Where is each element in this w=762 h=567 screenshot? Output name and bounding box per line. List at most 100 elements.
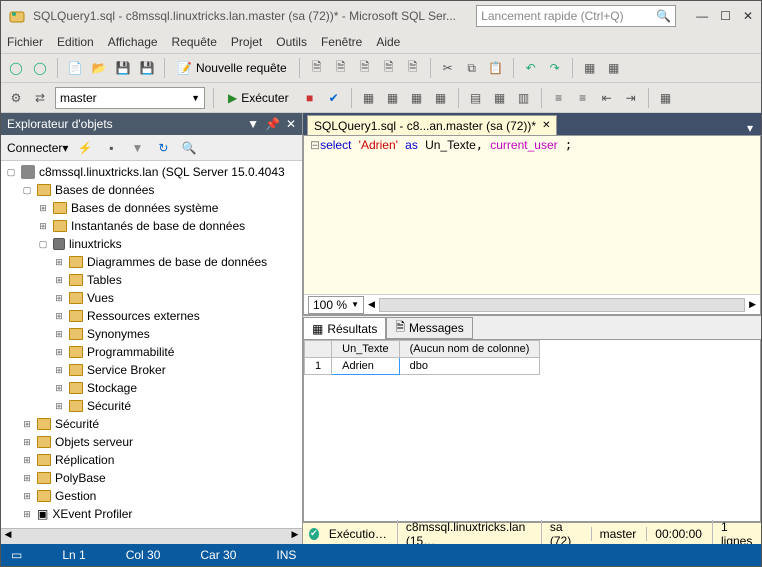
disconnect-icon[interactable]: ⚡ — [76, 139, 94, 157]
tree-xevent[interactable]: ⊞▣XEvent Profiler — [1, 505, 302, 523]
parse-icon[interactable]: ✔ — [325, 89, 343, 107]
tab-sqlquery1[interactable]: SQLQuery1.sql - c8...an.master (sa (72))… — [307, 115, 557, 135]
redo-icon[interactable]: ↷ — [546, 59, 564, 77]
stop-icon[interactable]: ■ — [301, 89, 319, 107]
status-col: Col 30 — [126, 548, 161, 562]
tree-snapshots[interactable]: ⊞Instantanés de base de données — [1, 217, 302, 235]
tree-sysdb[interactable]: ⊞Bases de données système — [1, 199, 302, 217]
paste-icon[interactable]: 📋 — [487, 59, 505, 77]
minimize-button[interactable]: — — [696, 9, 708, 23]
close-button[interactable]: ✕ — [743, 9, 753, 23]
tree-replication[interactable]: ⊞Réplication — [1, 451, 302, 469]
tree-diagrams[interactable]: ⊞Diagrammes de base de données — [1, 253, 302, 271]
results-file-icon[interactable]: ▥ — [515, 89, 533, 107]
tree-tables[interactable]: ⊞Tables — [1, 271, 302, 289]
filter-icon[interactable]: ▼ — [128, 139, 146, 157]
open-icon[interactable]: 📂 — [90, 59, 108, 77]
specify-values-icon[interactable]: ▦ — [657, 89, 675, 107]
quick-launch-input[interactable]: Lancement rapide (Ctrl+Q) 🔍 — [476, 5, 676, 27]
save-all-icon[interactable]: 💾 — [138, 59, 156, 77]
back-icon[interactable]: ◯ — [7, 59, 25, 77]
menu-project[interactable]: Projet — [231, 35, 262, 49]
save-icon[interactable]: 💾 — [114, 59, 132, 77]
indent-left-icon[interactable]: ⇤ — [598, 89, 616, 107]
panel-menu-icon[interactable]: ▼ — [247, 117, 259, 131]
panel-close-icon[interactable]: ✕ — [286, 117, 296, 131]
maximize-button[interactable]: ☐ — [720, 9, 731, 23]
stop-conn-icon[interactable]: ▪ — [102, 139, 120, 157]
zoom-combo[interactable]: 100 %▼ — [308, 296, 364, 314]
scroll-left-icon[interactable]: ◀ — [368, 299, 375, 310]
menu-help[interactable]: Aide — [376, 35, 400, 49]
editor-content[interactable]: ⊟select 'Adrien' as Un_Texte, current_us… — [304, 136, 760, 294]
copy-icon[interactable]: ⧉ — [463, 59, 481, 77]
connect-button[interactable]: Connecter▾ — [7, 141, 68, 155]
tree-synonyms[interactable]: ⊞Synonymes — [1, 325, 302, 343]
undo-icon[interactable]: ↶ — [522, 59, 540, 77]
tab-results[interactable]: ▦Résultats — [303, 317, 386, 339]
comment-out-icon[interactable]: ≡ — [550, 89, 568, 107]
new-project-icon[interactable]: 📄 — [66, 59, 84, 77]
plan-icon[interactable]: ▦ — [360, 89, 378, 107]
tree-linuxtricks[interactable]: ▢linuxtricks — [1, 235, 302, 253]
tree-server[interactable]: ▢c8mssql.linuxtricks.lan (SQL Server 15.… — [1, 163, 302, 181]
tree-hscroll[interactable]: ◀ ▶ — [1, 528, 302, 544]
database-combo[interactable]: master ▼ — [55, 87, 205, 109]
tab-close-icon[interactable]: ✕ — [542, 120, 550, 131]
indent-right-icon[interactable]: ⇥ — [622, 89, 640, 107]
use-db-icon[interactable]: ⚙ — [7, 89, 25, 107]
new-query-button[interactable]: 📝 Nouvelle requête — [173, 59, 291, 77]
tree-views[interactable]: ⊞Vues — [1, 289, 302, 307]
dax-icon[interactable]: 🗎 — [404, 59, 422, 77]
cell-0-1[interactable]: dbo — [399, 358, 540, 375]
refresh-icon[interactable]: ↻ — [154, 139, 172, 157]
tree-sec-db[interactable]: ⊞Sécurité — [1, 397, 302, 415]
client-stats-icon[interactable]: ▦ — [432, 89, 450, 107]
xmla2-icon[interactable]: 🗎 — [380, 59, 398, 77]
menu-window[interactable]: Fenêtre — [321, 35, 362, 49]
tree-security[interactable]: ⊞Sécurité — [1, 415, 302, 433]
tree-prog[interactable]: ⊞Programmabilité — [1, 343, 302, 361]
cell-0-0[interactable]: Adrien — [332, 358, 399, 375]
results-grid[interactable]: Un_Texte (Aucun nom de colonne) 1 Adrien… — [303, 339, 761, 522]
tree-databases[interactable]: ▢Bases de données — [1, 181, 302, 199]
scroll-right-icon[interactable]: ▶ — [749, 299, 756, 310]
folder-icon — [69, 274, 83, 286]
col-header-1[interactable]: (Aucun nom de colonne) — [399, 341, 540, 358]
xmla-icon[interactable]: 🗎 — [308, 59, 326, 77]
search-obj-icon[interactable]: 🔍 — [180, 139, 198, 157]
uncomment-icon[interactable]: ≡ — [574, 89, 592, 107]
forward-icon[interactable]: ◯ — [31, 59, 49, 77]
app-status-bar: ▭ Ln 1 Col 30 Car 30 INS — [1, 544, 761, 566]
editor-hscroll[interactable] — [379, 298, 745, 312]
tree-serverobj[interactable]: ⊞Objets serveur — [1, 433, 302, 451]
comment-icon[interactable]: ▦ — [581, 59, 599, 77]
tree-polybase[interactable]: ⊞PolyBase — [1, 469, 302, 487]
mdx-icon[interactable]: 🗎 — [332, 59, 350, 77]
tab-overflow-icon[interactable]: ▾ — [743, 121, 757, 135]
indent-icon[interactable]: ▦ — [605, 59, 623, 77]
results-text-icon[interactable]: ▤ — [467, 89, 485, 107]
tree-sb[interactable]: ⊞Service Broker — [1, 361, 302, 379]
menu-query[interactable]: Requête — [172, 35, 217, 49]
tree-mgmt[interactable]: ⊞Gestion — [1, 487, 302, 505]
change-conn-icon[interactable]: ⇄ — [31, 89, 49, 107]
object-tree[interactable]: ▢c8mssql.linuxtricks.lan (SQL Server 15.… — [1, 161, 302, 528]
tab-messages[interactable]: 🗎Messages — [386, 317, 472, 339]
menu-file[interactable]: Fichier — [7, 35, 43, 49]
results-grid-icon[interactable]: ▦ — [491, 89, 509, 107]
menu-tools[interactable]: Outils — [276, 35, 307, 49]
menu-view[interactable]: Affichage — [108, 35, 158, 49]
tree-storage[interactable]: ⊞Stockage — [1, 379, 302, 397]
tree-extres[interactable]: ⊞Ressources externes — [1, 307, 302, 325]
execute-button[interactable]: ▶ Exécuter — [222, 89, 295, 107]
include-plan-icon[interactable]: ▦ — [384, 89, 402, 107]
stats-icon[interactable]: ▦ — [408, 89, 426, 107]
row-number[interactable]: 1 — [305, 358, 332, 375]
sql-editor[interactable]: ⊟select 'Adrien' as Un_Texte, current_us… — [303, 135, 761, 315]
pin-icon[interactable]: 📌 — [265, 117, 280, 131]
menu-edit[interactable]: Edition — [57, 35, 94, 49]
cut-icon[interactable]: ✂ — [439, 59, 457, 77]
dmx-icon[interactable]: 🗎 — [356, 59, 374, 77]
col-header-0[interactable]: Un_Texte — [332, 341, 399, 358]
